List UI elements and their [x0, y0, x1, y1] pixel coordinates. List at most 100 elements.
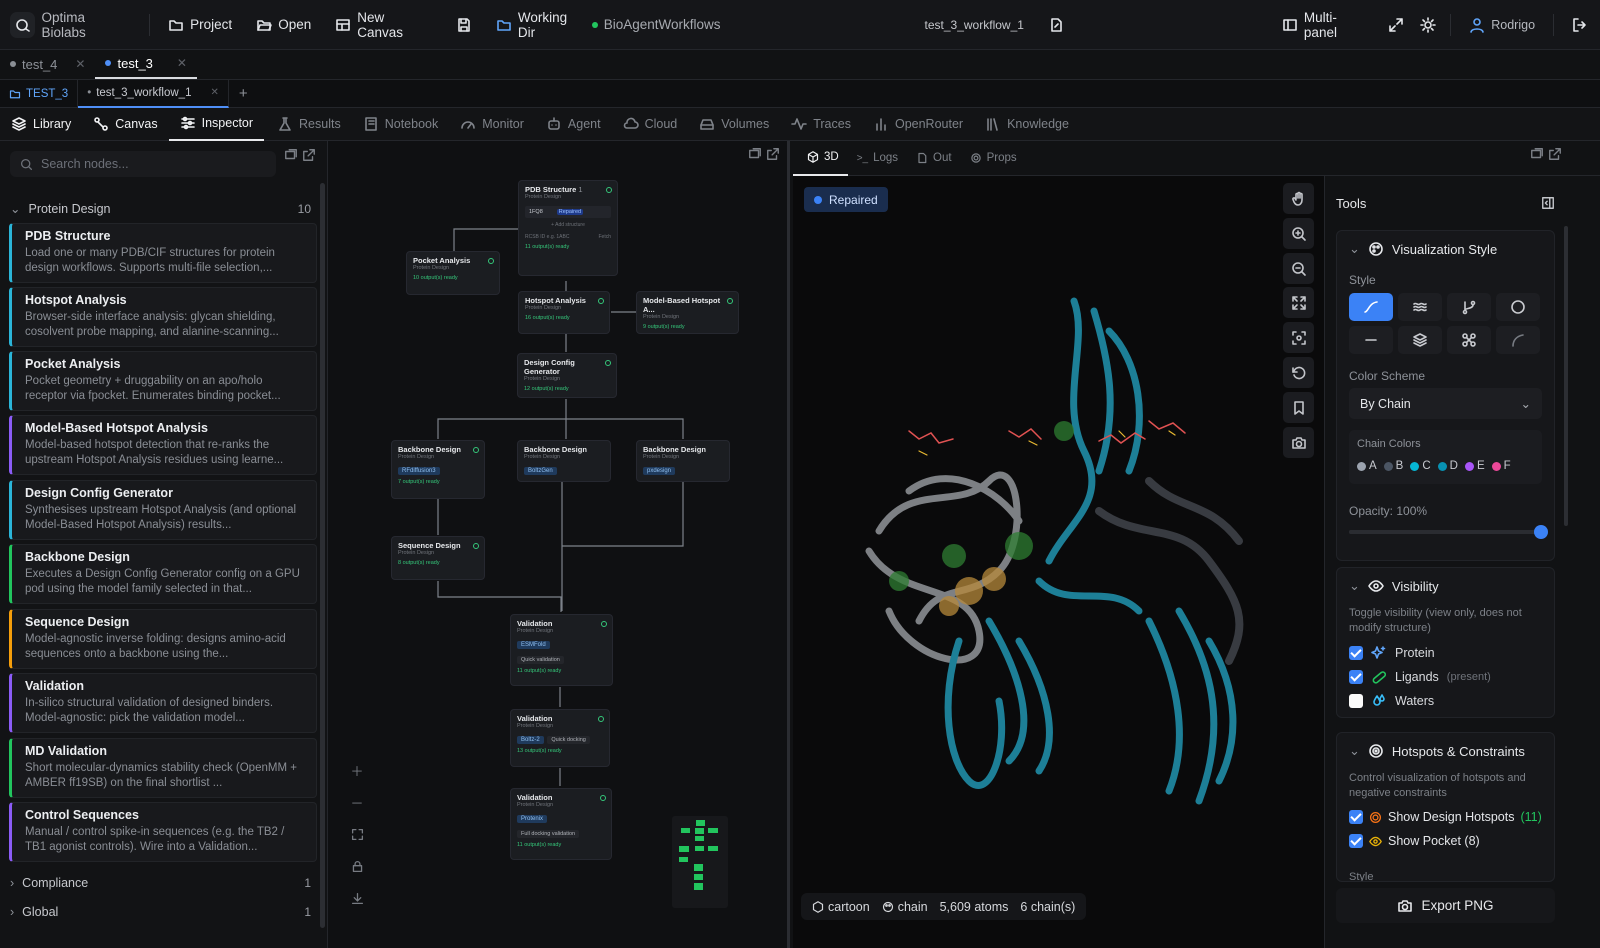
tools-scrollbar[interactable] — [1564, 226, 1568, 526]
reset-view-button[interactable] — [1283, 357, 1314, 388]
project-tag[interactable]: TEST_3 — [0, 79, 79, 108]
theme-button[interactable] — [1412, 0, 1444, 50]
library-node-sequence-design[interactable]: Sequence Design Model-agnostic inverse fo… — [9, 609, 317, 669]
tab-monitor[interactable]: Monitor — [449, 108, 535, 141]
category-compliance[interactable]: › Compliance 1 — [10, 876, 311, 890]
style-surface-button[interactable] — [1398, 326, 1442, 354]
fit-view-button[interactable] — [344, 821, 370, 847]
close-icon[interactable]: ✕ — [177, 56, 187, 70]
canvas-node-pdb[interactable]: PDB Structure 1 Protein Design 1FQ8 Repai… — [518, 180, 618, 276]
canvas-node-design-config[interactable]: Design Config Generator Protein Design 12 … — [517, 353, 617, 398]
checkbox-unchecked[interactable] — [1349, 694, 1363, 708]
style-sphere-button[interactable] — [1496, 293, 1540, 321]
download-button[interactable] — [344, 885, 370, 911]
canvas-node-sequence-design[interactable]: Sequence Design Protein Design 8 output(s)… — [391, 536, 485, 580]
zoom-out-button[interactable] — [1283, 253, 1314, 284]
tab-traces[interactable]: Traces — [780, 108, 862, 141]
panel-collapse-icon[interactable] — [1541, 196, 1555, 210]
workflow-name[interactable]: test_3_workflow_1 — [913, 0, 1036, 50]
ligands-toggle[interactable]: Ligands (present) — [1349, 669, 1491, 685]
tab-results[interactable]: Results — [266, 108, 352, 141]
section-header[interactable]: ⌄ Visualization Style — [1349, 241, 1497, 257]
style-backbone-button[interactable] — [1496, 326, 1540, 354]
canvas-node-model-hotspot[interactable]: Model-Based Hotspot A... Protein Design 9 … — [636, 291, 739, 334]
canvas-node-validation-protenix[interactable]: Validation Protein Design Protenix Full doc… — [510, 788, 612, 860]
focus-button[interactable] — [1283, 322, 1314, 353]
external-link-icon[interactable] — [1548, 147, 1562, 161]
slider-thumb[interactable] — [1534, 525, 1548, 539]
library-node-design-config[interactable]: Design Config Generator Synthesises upstr… — [9, 480, 317, 540]
rename-button[interactable] — [1036, 0, 1076, 50]
file-tab-test-3[interactable]: test_3 ✕ — [95, 49, 197, 79]
library-node-md-validation[interactable]: MD Validation Short molecular-dynamics st… — [9, 738, 317, 798]
zoom-out-button[interactable]: － — [344, 789, 370, 815]
library-node-pocket-analysis[interactable]: Pocket Analysis Pocket geometry + druggab… — [9, 351, 317, 411]
show-pocket-toggle[interactable]: Show Pocket (8) — [1349, 834, 1480, 848]
chain-d[interactable]: D — [1437, 460, 1458, 472]
popout-icon[interactable] — [1530, 147, 1544, 161]
style-cartoon-button[interactable] — [1349, 293, 1393, 321]
new-canvas-button[interactable]: New Canvas — [323, 0, 444, 50]
tab-notebook[interactable]: Notebook — [352, 108, 450, 141]
section-header[interactable]: ⌄ Visibility — [1349, 578, 1439, 594]
category-protein-design[interactable]: ⌄ Protein Design 10 — [10, 201, 311, 217]
library-node-pdb-structure[interactable]: PDB Structure Load one or many PDB/CIF st… — [9, 223, 317, 283]
tab-logs[interactable]: >_ Logs — [848, 141, 907, 176]
project-button[interactable]: Project — [156, 0, 244, 50]
export-png-button[interactable]: Export PNG — [1336, 888, 1555, 923]
screenshot-button[interactable] — [1283, 427, 1314, 458]
chain-c[interactable]: C — [1410, 460, 1431, 472]
add-structure[interactable]: + Add structure — [525, 222, 611, 228]
canvas-node-pocket[interactable]: Pocket Analysis Protein Design 10 output(s… — [406, 251, 500, 295]
fullscreen-button[interactable] — [1380, 0, 1412, 50]
popout-icon[interactable] — [284, 148, 298, 162]
show-hotspots-toggle[interactable]: Show Design Hotspots (11) — [1349, 810, 1542, 824]
file-tab-test-4[interactable]: test_4 ✕ — [0, 49, 95, 79]
tab-agent[interactable]: Agent — [535, 108, 612, 141]
close-icon[interactable]: ✕ — [75, 57, 85, 71]
library-node-model-based-hotspot[interactable]: Model-Based Hotspot Analysis Model-based … — [9, 415, 317, 475]
checkbox-checked[interactable] — [1349, 670, 1363, 684]
rcsb-input[interactable]: RCSB ID e.g. 1ABC — [525, 234, 569, 240]
opacity-slider[interactable] — [1349, 525, 1548, 539]
canvas-node-backbone-pxdesign[interactable]: Backbone Design Protein Design pxdesign — [636, 440, 730, 482]
close-icon[interactable]: ✕ — [210, 87, 218, 98]
bookmark-button[interactable] — [1283, 392, 1314, 423]
save-button[interactable] — [444, 0, 484, 50]
chain-f[interactable]: F — [1491, 460, 1511, 472]
zoom-in-button[interactable] — [1283, 218, 1314, 249]
canvas-node-backbone-rfd[interactable]: Backbone Design Protein Design RFdiffusion… — [391, 440, 485, 499]
protein-structure-render[interactable] — [849, 281, 1289, 841]
add-workflow-button[interactable]: + — [229, 80, 258, 108]
chain-e[interactable]: E — [1464, 460, 1485, 472]
tab-props[interactable]: Props — [961, 141, 1026, 176]
library-node-control-sequences[interactable]: Control Sequences Manual / control spike-… — [9, 802, 317, 862]
tab-knowledge[interactable]: Knowledge — [974, 108, 1080, 141]
user-menu[interactable]: Rodrigo — [1457, 0, 1547, 50]
canvas-node-validation-esmfold[interactable]: Validation Protein Design ESMFold Quick val… — [510, 614, 613, 686]
checkbox-checked[interactable] — [1349, 834, 1363, 848]
tab-out[interactable]: Out — [907, 141, 961, 176]
fetch-button[interactable]: Fetch — [598, 234, 611, 240]
pan-button[interactable] — [1283, 183, 1314, 214]
external-link-icon[interactable] — [302, 148, 316, 162]
workflow-tab[interactable]: • test_3_workflow_1 ✕ — [78, 79, 229, 108]
tab-volumes[interactable]: Volumes — [688, 108, 780, 141]
scrollbar[interactable] — [320, 183, 325, 928]
zoom-in-button[interactable]: ＋ — [344, 757, 370, 783]
color-scheme-select[interactable]: By Chain ⌄ — [1349, 388, 1542, 419]
style-line-button[interactable] — [1349, 326, 1393, 354]
fit-button[interactable] — [1283, 287, 1314, 318]
checkbox-checked[interactable] — [1349, 810, 1363, 824]
style-trace-button[interactable] — [1447, 293, 1491, 321]
chain-a[interactable]: A — [1357, 460, 1377, 472]
canvas-node-hotspot[interactable]: Hotspot Analysis Protein Design 16 output(… — [518, 291, 610, 334]
library-node-hotspot-analysis[interactable]: Hotspot Analysis Browser-side interface a… — [9, 287, 317, 347]
tab-cloud[interactable]: Cloud — [612, 108, 689, 141]
lock-button[interactable] — [344, 853, 370, 879]
working-dir-button[interactable]: Working Dir BioAgentWorkflows — [484, 0, 733, 50]
tab-inspector[interactable]: Inspector — [168, 108, 265, 141]
minimap[interactable] — [672, 816, 728, 908]
style-ball-stick-button[interactable] — [1447, 326, 1491, 354]
canvas-node-backbone-boltzgen[interactable]: Backbone Design Protein Design BoltzGen — [517, 440, 611, 482]
